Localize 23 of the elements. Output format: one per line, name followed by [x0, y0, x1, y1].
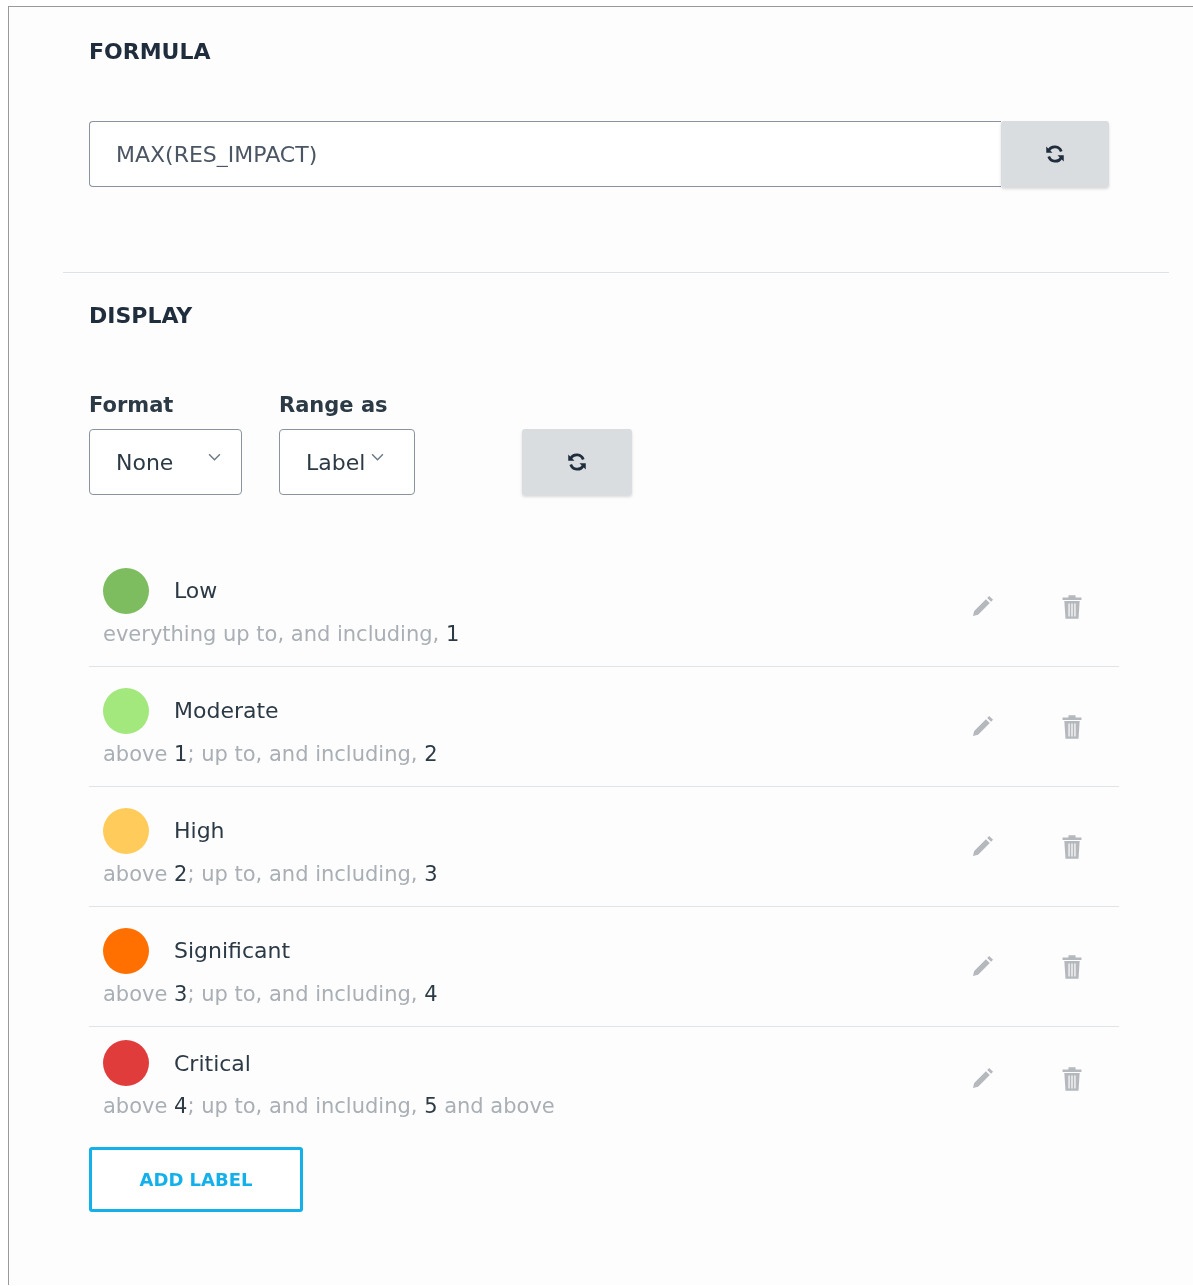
chevron-icon: [208, 452, 221, 462]
range-description: above 4; up to, and including, 5 and above: [103, 1094, 556, 1118]
label-name: High: [174, 818, 225, 843]
range-description: everything up to, and including, 1: [103, 621, 461, 646]
dropdown[interactable]: None: [89, 429, 242, 495]
chevron-icon: [371, 452, 385, 462]
refresh-button[interactable]: [522, 429, 632, 495]
range-description: above 3; up to, and including, 4: [103, 981, 439, 1006]
range-description: above 2; up to, and including, 3: [103, 861, 439, 886]
dropdown[interactable]: Label: [279, 429, 415, 495]
label-name: Low: [174, 578, 218, 603]
refresh-button[interactable]: [1001, 121, 1109, 187]
formula-field[interactable]: MAX(RES_IMPACT): [89, 121, 1001, 187]
label-name: Significant: [174, 938, 291, 963]
label-name: Moderate: [174, 698, 279, 723]
field-label: Range as: [279, 393, 389, 417]
refresh-icon: [567, 452, 587, 472]
field-label: Format: [89, 393, 175, 417]
section-heading: DISPLAY: [89, 302, 194, 328]
range-description: above 1; up to, and including, 2: [103, 741, 439, 766]
refresh-icon: [1045, 144, 1065, 164]
section-heading: FORMULA: [89, 38, 212, 64]
label-name: Critical: [174, 1050, 251, 1076]
